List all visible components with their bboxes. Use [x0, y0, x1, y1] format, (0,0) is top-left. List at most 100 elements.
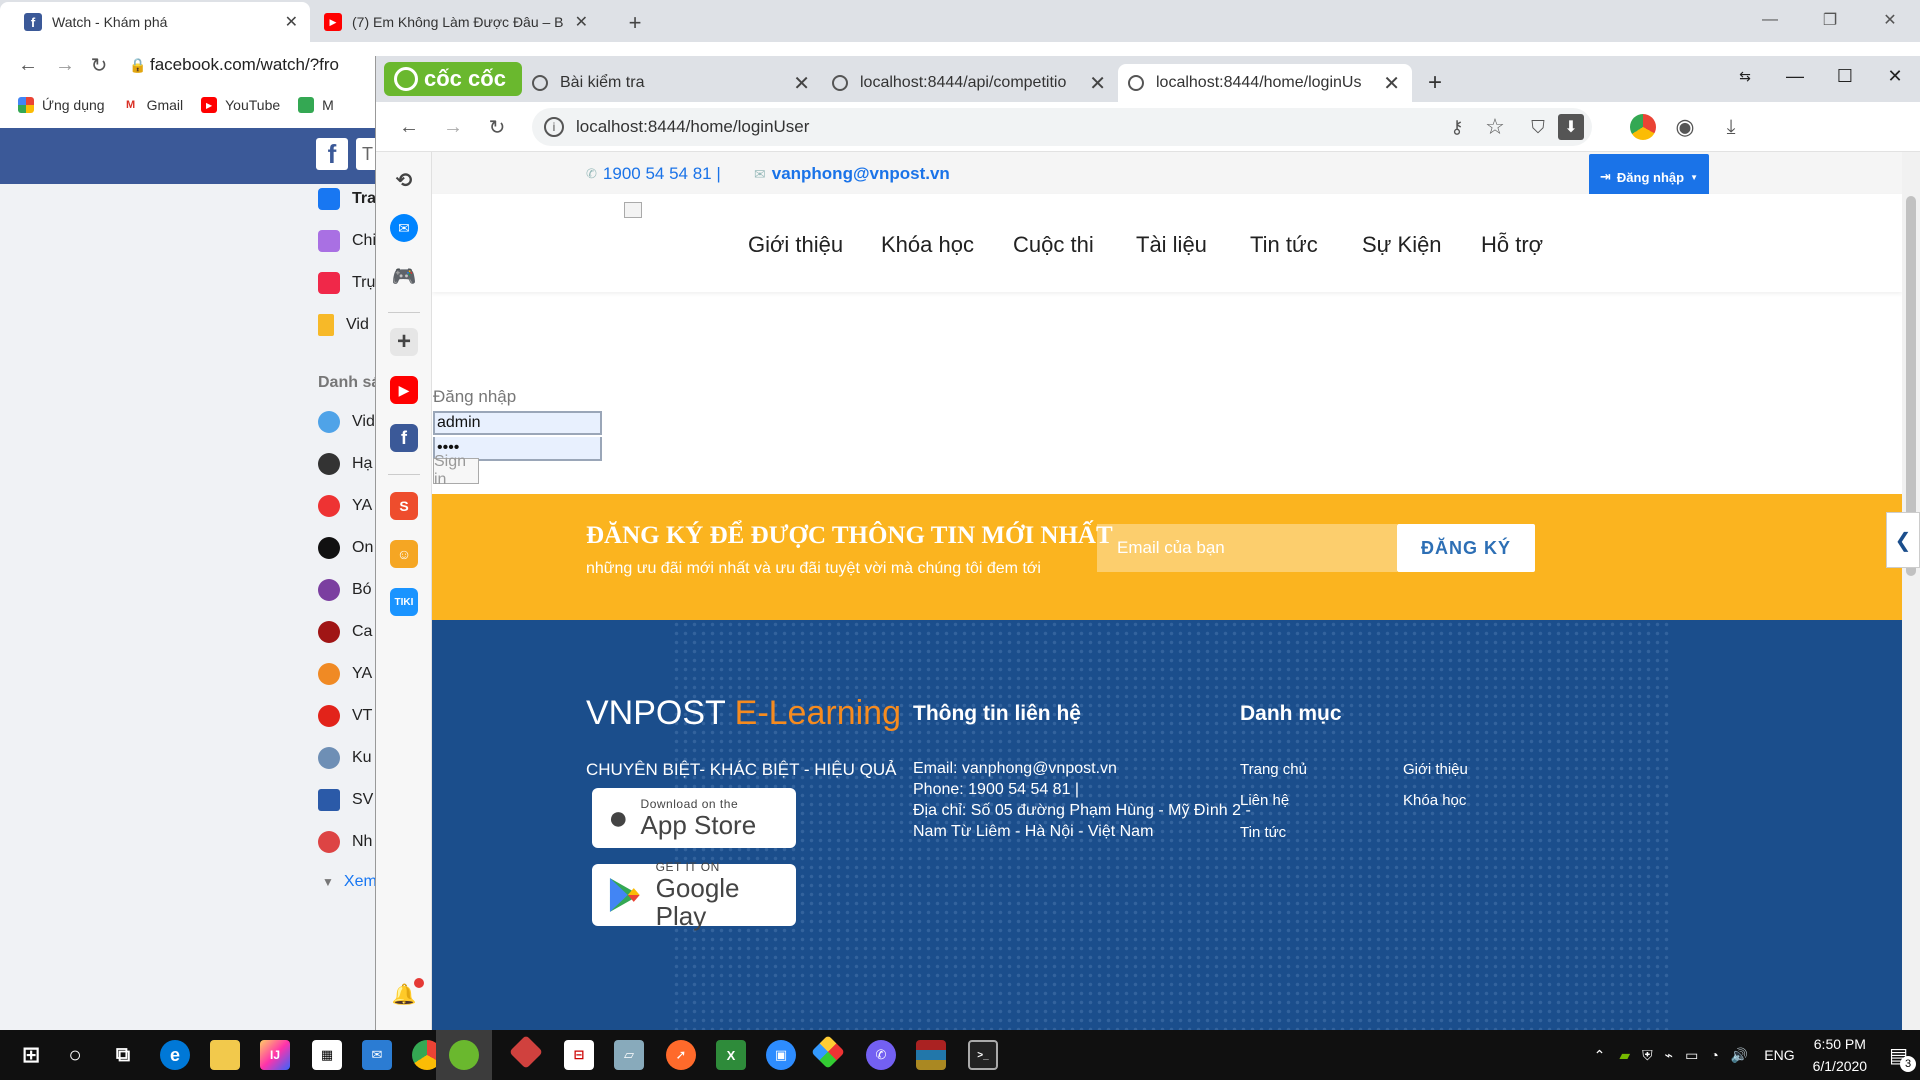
restore-icon[interactable]: ❐	[1800, 0, 1860, 40]
close-icon[interactable]: ✕	[1383, 71, 1400, 96]
forward-arrow-icon[interactable]: →	[48, 54, 82, 77]
subscribe-button[interactable]: ĐĂNG KÝ	[1397, 524, 1535, 572]
battery-icon[interactable]: ▭	[1685, 1047, 1698, 1064]
list-item[interactable]: Ca	[318, 617, 372, 647]
windows-start-icon[interactable]: ⊞	[16, 1040, 46, 1070]
list-item[interactable]: Nh	[318, 827, 372, 857]
list-item[interactable]: SV	[318, 785, 373, 815]
minimize-icon[interactable]: —	[1740, 0, 1800, 40]
new-tab-icon[interactable]: +	[620, 8, 650, 38]
see-more-link[interactable]: ▼ Xem	[318, 867, 377, 897]
download-video-icon[interactable]: ⬇	[1558, 114, 1584, 140]
back-arrow-icon[interactable]: ←	[394, 112, 424, 142]
list-item[interactable]: Ku	[318, 743, 372, 773]
history-icon[interactable]: ⟲	[390, 166, 418, 194]
bookmark-apps[interactable]: Ứng dụng	[18, 97, 105, 113]
nav-news[interactable]: Tin tức	[1250, 232, 1318, 258]
topbar-email[interactable]: ✉ vanphong@vnpost.vn	[754, 164, 950, 184]
nav-intro[interactable]: Giới thiệu	[748, 232, 843, 258]
broken-logo-image[interactable]	[624, 202, 642, 218]
app-icon[interactable]: ⊟	[564, 1040, 594, 1070]
address-bar[interactable]: i localhost:8444/home/loginUser ⚷ ☆ ⛉ ⬇	[532, 108, 1592, 146]
tab-api[interactable]: localhost:8444/api/competitio ✕	[822, 64, 1118, 102]
app-icon[interactable]: ▱	[614, 1040, 644, 1070]
coccoc-logo[interactable]: cốc cốc	[384, 62, 522, 96]
search-icon[interactable]: ○	[60, 1040, 90, 1070]
close-window-icon[interactable]: ✕	[1870, 56, 1920, 96]
tab-login[interactable]: localhost:8444/home/loginUs ✕	[1118, 64, 1412, 102]
close-icon[interactable]: ✕	[285, 12, 298, 32]
newsletter-email-input[interactable]: Email của bạn	[1097, 524, 1397, 572]
maximize-icon[interactable]: ☐	[1820, 56, 1870, 96]
list-item[interactable]: VT	[318, 701, 372, 731]
profile-icon[interactable]: ◉	[1672, 114, 1698, 140]
close-icon[interactable]: ✕	[1089, 71, 1106, 96]
youtube-icon[interactable]: ▶	[390, 376, 418, 404]
star-icon[interactable]: ☆	[1472, 114, 1518, 140]
download-icon[interactable]: ⤓	[1718, 114, 1744, 140]
edge-icon[interactable]: e	[160, 1040, 190, 1070]
forward-arrow-icon[interactable]: →	[438, 112, 468, 142]
footer-link-intro[interactable]: Giới thiệu	[1403, 761, 1468, 778]
nav-documents[interactable]: Tài liệu	[1136, 232, 1207, 258]
minimize-icon[interactable]: —	[1770, 56, 1820, 96]
footer-link-news[interactable]: Tin tức	[1240, 824, 1286, 841]
shopee-icon[interactable]: S	[390, 492, 418, 520]
back-tab-watch[interactable]: f Watch - Khám phá ✕	[0, 2, 310, 42]
fb-nav-item[interactable]: Tra	[318, 184, 376, 214]
topbar-phone[interactable]: ✆ 1900 54 54 81 |	[586, 164, 721, 184]
footer-link-courses[interactable]: Khóa học	[1403, 792, 1466, 809]
nav-events[interactable]: Sự Kiện	[1362, 232, 1442, 258]
chevron-up-icon[interactable]: ⌃	[1594, 1047, 1606, 1064]
wifi-icon[interactable]: ◔	[1710, 1047, 1718, 1063]
add-icon[interactable]: +	[390, 328, 418, 356]
nav-courses[interactable]: Khóa học	[881, 232, 974, 258]
list-item[interactable]: YA	[318, 659, 372, 689]
footer-link-contact[interactable]: Liên hệ	[1240, 792, 1289, 809]
bookmark-gmail[interactable]: M Gmail	[122, 97, 183, 113]
game-app-icon[interactable]: ☺	[390, 540, 418, 568]
nvidia-icon[interactable]: ▰	[1619, 1047, 1630, 1064]
viber-icon[interactable]: ✆	[866, 1040, 896, 1070]
list-item[interactable]: YA	[318, 491, 372, 521]
facebook-icon[interactable]: f	[390, 424, 418, 452]
new-tab-icon[interactable]: +	[1420, 68, 1450, 98]
terminal-icon[interactable]: >_	[968, 1040, 998, 1070]
git-icon[interactable]	[509, 1035, 543, 1069]
list-item[interactable]: Bó	[318, 575, 372, 605]
footer-link-home[interactable]: Trang chủ	[1240, 761, 1307, 778]
fb-nav-item[interactable]: Trụ	[318, 268, 375, 298]
close-icon[interactable]: ✕	[793, 71, 810, 96]
fb-nav-item[interactable]: Vid	[318, 310, 369, 340]
bookmark-youtube[interactable]: ▶ YouTube	[201, 97, 280, 113]
app-store-button[interactable]: ● Download on the App Store	[592, 788, 796, 848]
network-disconnected-icon[interactable]: ⌁	[1665, 1047, 1673, 1064]
info-icon[interactable]: i	[544, 117, 564, 137]
coccoc-extension-icon[interactable]	[1630, 114, 1656, 140]
username-field[interactable]	[433, 411, 602, 435]
volume-icon[interactable]: 🔊	[1731, 1047, 1748, 1064]
gamepad-icon[interactable]: 🎮	[390, 262, 418, 290]
taskbar-active-app[interactable]	[436, 1030, 492, 1080]
back-arrow-icon[interactable]: ←	[8, 54, 48, 77]
facebook-logo-icon[interactable]: f	[316, 138, 348, 170]
list-item[interactable]: Vid	[318, 407, 375, 437]
nav-support[interactable]: Hỗ trợ	[1481, 232, 1543, 258]
app-icon[interactable]	[811, 1035, 845, 1069]
reload-icon[interactable]: ↻	[82, 53, 116, 78]
google-play-button[interactable]: GET IT ON Google Play	[592, 860, 796, 930]
chevron-left-icon[interactable]: ❮	[1886, 512, 1920, 568]
zoom-icon[interactable]: ▣	[766, 1040, 796, 1070]
close-window-icon[interactable]: ✕	[1860, 0, 1920, 40]
reload-icon[interactable]: ↻	[482, 112, 512, 142]
close-icon[interactable]: ✕	[575, 12, 588, 32]
store-icon[interactable]: ▦	[312, 1040, 342, 1070]
action-center-icon[interactable]: ▤ 3	[1889, 1043, 1916, 1072]
file-explorer-icon[interactable]	[210, 1040, 240, 1070]
shield-tray-icon[interactable]: ⛨	[1642, 1047, 1653, 1064]
key-icon[interactable]: ⚷	[1442, 117, 1472, 138]
back-tab-youtube[interactable]: ▶ (7) Em Không Làm Được Đâu – B ✕	[310, 2, 600, 42]
messenger-icon[interactable]: ✉	[390, 214, 418, 242]
nav-contests[interactable]: Cuộc thi	[1013, 232, 1094, 258]
shield-icon[interactable]: ⛉	[1518, 117, 1558, 138]
